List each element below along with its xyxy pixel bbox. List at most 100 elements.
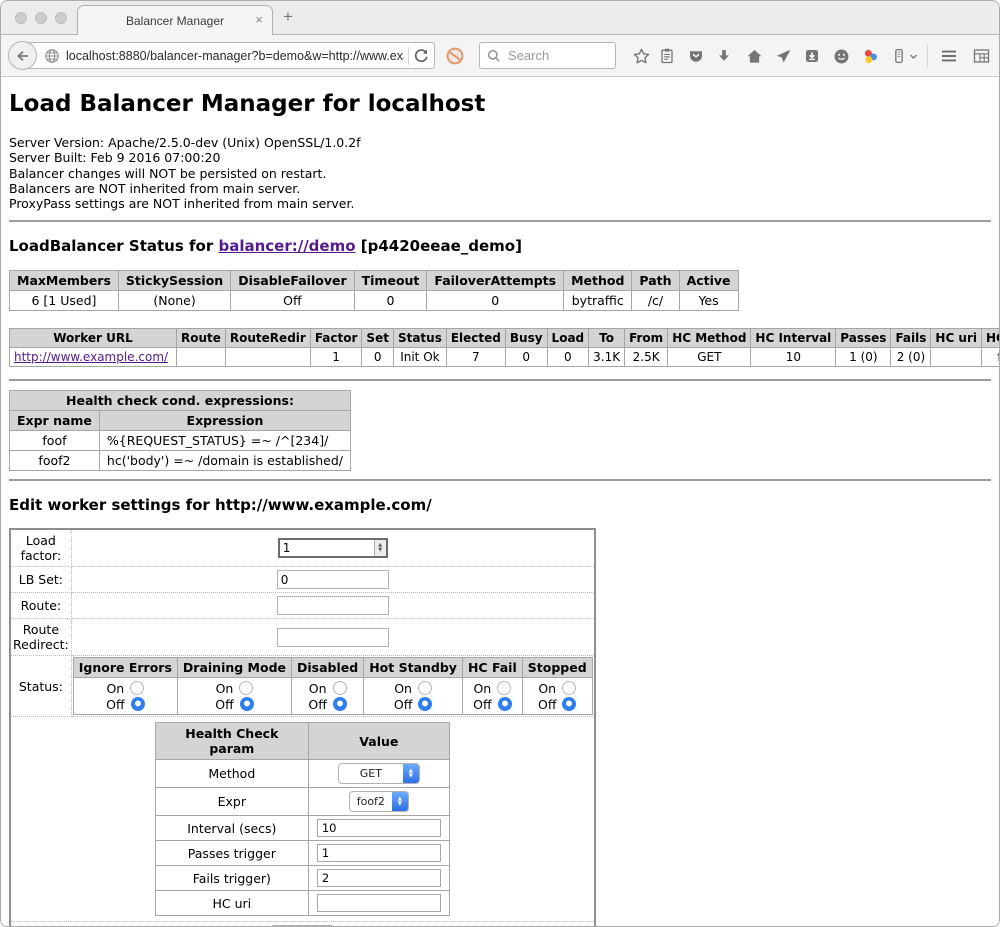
col-fails: Fails [891,329,931,348]
hc-expr-select[interactable]: foof2▲▼ [349,791,409,812]
cell-failoverattempts: 0 [427,291,564,311]
hc-interval-cell [308,816,449,841]
radio-disabled-on[interactable] [333,681,347,695]
bookmark-star-button[interactable] [631,46,651,66]
form-row-status: Status: Ignore Errors Draining Mode Disa… [10,656,595,717]
col-load: Load [547,329,589,348]
container-button[interactable] [889,46,909,66]
reading-list-button[interactable] [657,46,677,66]
radio-cell-hot-standby: On Off [364,678,463,715]
hc-passes-input[interactable] [317,844,441,862]
radio-ignore-errors-on[interactable] [130,681,144,695]
radio-hc-fail-off[interactable] [498,697,512,711]
save-page-button[interactable] [802,46,822,66]
hc-interval-input[interactable] [317,819,441,837]
route-input[interactable] [277,596,389,615]
radio-disabled-off[interactable] [333,697,347,711]
square-download-icon [803,47,821,65]
hc-uri-input[interactable] [317,894,441,912]
window-close-button[interactable] [15,12,27,24]
download-arrow-icon [715,47,733,65]
radio-off-label: Off [215,697,233,712]
send-tab-button[interactable] [773,46,793,66]
col-method: Method [564,271,632,291]
hc-passes-label: Passes trigger [155,841,308,866]
cell-hc-uri [931,348,982,367]
reload-icon[interactable] [413,48,429,64]
search-icon [487,49,501,63]
search-input[interactable]: Search [479,42,616,69]
cell-active: Yes [679,291,738,311]
hc-fails-label: Fails trigger) [155,866,308,891]
radio-ignore-errors-off[interactable] [131,697,145,711]
route-redirect-cell [71,619,594,656]
block-icon[interactable] [445,46,465,66]
home-button[interactable] [744,46,764,66]
cell-passes: 1 (0) [836,348,891,367]
submit-button[interactable]: Submit [270,925,335,926]
url-text[interactable]: localhost:8880/balancer-manager?b=demo&w… [66,49,404,63]
number-spinner[interactable]: ▲▼ [374,540,386,556]
window-zoom-button[interactable] [55,12,67,24]
submit-cell: Submit [10,922,595,926]
lb-set-input[interactable] [277,570,389,589]
load-factor-label: Load factor: [10,529,71,567]
worker-url-cell: http://www.example.com/ [10,348,177,367]
divider [9,379,991,381]
load-factor-input[interactable] [280,540,374,556]
col-elected: Elected [446,329,505,348]
col-from: From [625,329,668,348]
hc-expr-value: foof2 [350,792,392,811]
worker-url-link[interactable]: http://www.example.com/ [14,350,168,364]
browser-window: Balancer Manager × + localhost:8880/bala… [0,0,1000,927]
col-hc-expr: HC Expr [982,329,999,348]
radio-cell-stopped: On Off [522,678,592,715]
cell-method: bytraffic [564,291,632,311]
extension-colors-button[interactable] [860,46,880,66]
hc-interval-label: Interval (secs) [155,816,308,841]
tab-groups-button[interactable] [971,46,991,66]
url-bar[interactable]: localhost:8880/balancer-manager?b=demo&w… [23,42,435,69]
hc-expr-label: Expr [155,788,308,816]
table-header-row: MaxMembers StickySession DisableFailover… [10,271,739,291]
radio-draining-mode-on[interactable] [239,681,253,695]
downloads-button[interactable] [714,46,734,66]
lb-set-label: LB Set: [10,567,71,593]
radio-hot-standby-on[interactable] [418,681,432,695]
expressions-table: Health check cond. expressions: Expr nam… [9,390,351,471]
route-redirect-label: Route Redirect: [10,619,71,656]
hc-fails-input[interactable] [317,869,441,887]
radio-hc-fail-on[interactable] [497,681,511,695]
hc-method-select[interactable]: GET▲▼ [338,763,420,784]
cell-routeredir [225,348,310,367]
feedback-button[interactable] [831,46,851,66]
route-redirect-input[interactable] [277,628,389,647]
window-minimize-button[interactable] [35,12,47,24]
pocket-button[interactable] [686,46,706,66]
notice-persist: Balancer changes will NOT be persisted o… [9,166,991,181]
col-maxmembers: MaxMembers [10,271,119,291]
balancer-demo-link[interactable]: balancer://demo [218,237,355,255]
smiley-icon [832,47,851,66]
radio-hot-standby-off[interactable] [418,697,432,711]
radio-on-label: On [216,681,234,696]
menu-button[interactable] [937,46,961,66]
radio-draining-mode-off[interactable] [240,697,254,711]
new-tab-button[interactable]: + [283,7,293,27]
container-dropdown[interactable] [907,46,919,66]
tab-close-icon[interactable]: × [255,13,263,27]
radio-stopped-off[interactable] [562,697,576,711]
tab-balancer-manager[interactable]: Balancer Manager × [77,5,273,35]
radio-off-label: Off [308,697,326,712]
radio-on-label: On [106,681,124,696]
radio-stopped-on[interactable] [562,681,576,695]
send-icon [774,47,793,66]
col-hc-fail: HC Fail [462,658,522,678]
col-draining-mode: Draining Mode [177,658,291,678]
back-button[interactable] [8,41,37,70]
tab-title: Balancer Manager [126,14,224,28]
col-set: Set [362,329,394,348]
radio-off-label: Off [106,697,124,712]
pocket-icon [687,47,705,65]
radio-off-label: Off [538,697,556,712]
